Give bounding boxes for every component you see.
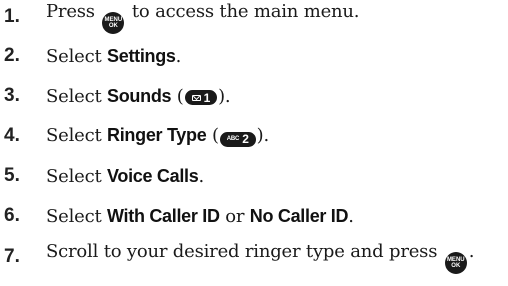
- menu-option-label: No Caller ID: [249, 205, 349, 226]
- step-text-segment: Select: [46, 165, 108, 187]
- key-digit: 2: [242, 132, 249, 147]
- step-text-segment: or: [219, 205, 250, 227]
- step-text: Scroll to your desired ringer type and p…: [46, 241, 474, 274]
- step-text-segment: (: [206, 125, 219, 147]
- key-digit: 1: [203, 90, 211, 105]
- step-number: 6.: [4, 205, 20, 226]
- key-label-bottom: OK: [108, 22, 118, 29]
- step-text: Select Ringer Type (ABC 2).: [46, 125, 269, 147]
- step-number: 4.: [4, 125, 20, 146]
- step-text-segment: Press: [46, 0, 101, 22]
- step-text: Select Settings.: [46, 46, 181, 67]
- step-1: 1. Press MENU OK to access the main menu.: [0, 0, 508, 34]
- step-text-segment: to access the main menu.: [126, 0, 360, 22]
- menu-option-label: Sounds: [107, 85, 172, 106]
- step-4: 4. Select Ringer Type (ABC 2).: [0, 119, 508, 153]
- step-number: 7.: [4, 246, 20, 267]
- key-2-icon: ABC 2: [219, 131, 256, 147]
- step-5: 5. Select Voice Calls.: [0, 159, 508, 193]
- menu-option-label: With Caller ID: [107, 205, 220, 226]
- step-text-segment: ).: [256, 125, 270, 147]
- step-text-segment: .: [198, 165, 204, 187]
- menu-option-label: Voice Calls: [107, 165, 199, 186]
- step-text-segment: Select: [46, 205, 108, 227]
- step-text-segment: Select: [46, 45, 108, 67]
- envelope-icon: [191, 94, 201, 101]
- step-text-segment: Select: [46, 85, 108, 107]
- step-number: 3.: [4, 85, 20, 106]
- step-text-segment: .: [175, 45, 182, 67]
- step-text-segment: .: [348, 205, 354, 227]
- step-text-segment: Scroll to your desired ringer type and p…: [46, 240, 443, 262]
- key-1-icon: 1: [184, 90, 218, 105]
- step-6: 6. Select With Caller ID or No Caller ID…: [0, 199, 508, 233]
- menu-ok-key-icon: MENU OK: [102, 11, 125, 34]
- step-number: 5.: [4, 165, 20, 186]
- menu-option-label: Ringer Type: [107, 125, 207, 146]
- step-number: 1.: [4, 6, 20, 27]
- step-text-segment: (: [171, 85, 184, 107]
- key-letters: ABC: [226, 136, 240, 143]
- key-label-bottom: OK: [451, 262, 461, 269]
- step-number: 2.: [4, 45, 20, 66]
- step-text: Select Sounds (1).: [46, 85, 231, 107]
- step-2: 2. Select Settings.: [0, 39, 508, 73]
- menu-option-label: Settings: [107, 45, 176, 66]
- step-text: Select With Caller ID or No Caller ID.: [46, 206, 354, 227]
- step-7: 7. Scroll to your desired ringer type an…: [0, 240, 508, 274]
- step-text-segment: .: [468, 240, 475, 262]
- step-text-segment: ).: [218, 85, 231, 107]
- step-3: 3. Select Sounds (1).: [0, 79, 508, 113]
- menu-ok-key-icon: MENU OK: [444, 251, 467, 274]
- step-text: Press MENU OK to access the main menu.: [46, 0, 360, 34]
- step-text-segment: Select: [46, 125, 108, 147]
- step-text: Select Voice Calls.: [46, 166, 204, 187]
